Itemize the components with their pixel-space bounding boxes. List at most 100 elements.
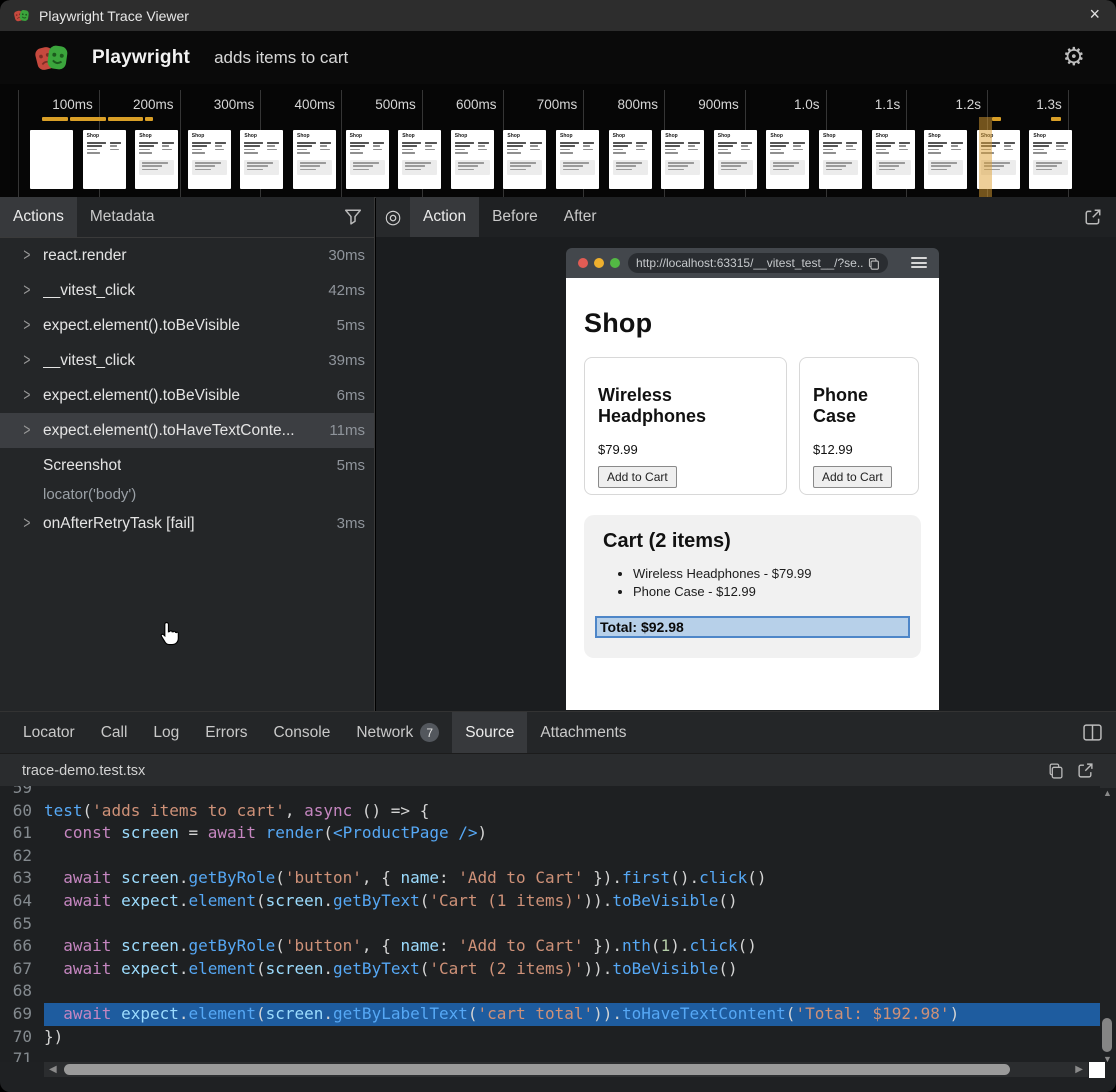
source-line[interactable]: 66 await screen.getByRole('button', { na…: [0, 935, 1100, 958]
add-to-cart-button[interactable]: Add to Cart: [813, 466, 892, 488]
app-header: Playwright adds items to cart ⚙: [0, 31, 1116, 84]
horizontal-scrollbar[interactable]: ◀ ▶: [44, 1062, 1088, 1077]
open-snapshot-external-icon[interactable]: [1084, 208, 1102, 226]
timeline-gridline: [18, 90, 19, 197]
timeline-filmstrip[interactable]: 100ms200ms300ms400ms500ms600ms700ms800ms…: [0, 84, 1116, 198]
tab-errors[interactable]: Errors: [192, 712, 260, 753]
expand-chevron-icon[interactable]: >: [23, 421, 34, 441]
tab-network[interactable]: Network7: [343, 712, 452, 753]
details-tab-bar: LocatorCallLogErrorsConsoleNetwork7Sourc…: [0, 711, 1116, 753]
tab-action[interactable]: Action: [410, 197, 479, 237]
filmstrip-thumbnail[interactable]: Shop: [819, 130, 862, 189]
copy-source-icon[interactable]: [1047, 762, 1064, 779]
filmstrip-thumbnail[interactable]: Shop: [135, 130, 178, 189]
source-line[interactable]: 68: [0, 980, 1100, 1003]
split-view-icon[interactable]: [1083, 724, 1102, 741]
main-area: Actions Metadata >react.render30ms>__vit…: [0, 197, 1116, 711]
thumbnail-shop-title: Shop: [613, 134, 652, 139]
source-line[interactable]: 71: [0, 1048, 1100, 1062]
horizontal-scroll-thumb[interactable]: [64, 1064, 1010, 1075]
filter-funnel-icon[interactable]: [344, 208, 362, 226]
tab-after[interactable]: After: [551, 197, 610, 237]
vertical-scrollbar[interactable]: ▲ ▼: [1100, 786, 1114, 1062]
source-line[interactable]: 70}): [0, 1026, 1100, 1049]
thumbnail-shop-title: Shop: [928, 134, 967, 139]
tab-attachments[interactable]: Attachments: [527, 712, 639, 753]
close-icon[interactable]: ×: [1089, 5, 1100, 23]
filmstrip-thumbnail[interactable]: Shop: [1029, 130, 1072, 189]
action-row[interactable]: >expect.element().toHaveTextConte...11ms: [0, 413, 374, 448]
action-row[interactable]: >expect.element().toBeVisible6ms: [0, 378, 374, 413]
action-row[interactable]: >expect.element().toBeVisible5ms: [0, 308, 374, 343]
action-row[interactable]: >__vitest_click39ms: [0, 343, 374, 378]
filmstrip-thumbnail[interactable]: Shop: [872, 130, 915, 189]
scroll-right-arrow[interactable]: ▶: [1075, 1064, 1083, 1075]
timeline-gridline: [180, 90, 181, 197]
settings-gear-icon[interactable]: ⚙: [1063, 43, 1085, 71]
filmstrip-thumbnail[interactable]: Shop: [661, 130, 704, 189]
copy-url-icon[interactable]: [867, 257, 880, 270]
action-row[interactable]: >Screenshot5ms: [0, 448, 374, 483]
source-code-view[interactable]: 5960test('adds items to cart', async () …: [0, 786, 1100, 1062]
expand-chevron-icon[interactable]: >: [23, 514, 34, 534]
action-duration: 3ms: [337, 515, 365, 532]
source-line[interactable]: 67 await expect.element(screen.getByText…: [0, 958, 1100, 981]
network-count-badge: 7: [420, 723, 439, 742]
filmstrip-thumbnail[interactable]: Shop: [609, 130, 652, 189]
scrollbar-corner: [1089, 1062, 1105, 1078]
tab-call[interactable]: Call: [88, 712, 141, 753]
tab-console[interactable]: Console: [260, 712, 343, 753]
filmstrip-thumbnail[interactable]: Shop: [346, 130, 389, 189]
cart-item: Wireless Headphones - $79.99: [633, 565, 910, 583]
action-duration: 42ms: [328, 282, 365, 299]
source-line[interactable]: 59: [0, 786, 1100, 800]
tab-source[interactable]: Source: [452, 712, 527, 753]
expand-chevron-icon[interactable]: >: [23, 386, 34, 406]
filmstrip-thumbnail[interactable]: Shop: [503, 130, 546, 189]
tab-actions[interactable]: Actions: [0, 197, 77, 237]
tab-locator[interactable]: Locator: [10, 712, 88, 753]
filmstrip-thumbnail[interactable]: Shop: [293, 130, 336, 189]
browser-menu-icon[interactable]: [911, 257, 927, 271]
source-line[interactable]: 60test('adds items to cart', async () =>…: [0, 800, 1100, 823]
filmstrip-thumbnail[interactable]: Shop: [451, 130, 494, 189]
action-row[interactable]: >onAfterRetryTask [fail]3ms: [0, 506, 374, 541]
tab-log[interactable]: Log: [140, 712, 192, 753]
source-line[interactable]: 69 await expect.element(screen.getByLabe…: [0, 1003, 1100, 1026]
tab-metadata[interactable]: Metadata: [77, 197, 168, 237]
scroll-up-arrow[interactable]: ▲: [1103, 788, 1112, 798]
action-row[interactable]: >__vitest_click42ms: [0, 273, 374, 308]
filmstrip-thumbnail[interactable]: [30, 130, 73, 189]
source-line[interactable]: 63 await screen.getByRole('button', { na…: [0, 867, 1100, 890]
source-line[interactable]: 61 const screen = await render(<ProductP…: [0, 822, 1100, 845]
filmstrip-thumbnail[interactable]: Shop: [188, 130, 231, 189]
filmstrip-thumbnail[interactable]: Shop: [398, 130, 441, 189]
line-content: await screen.getByRole('button', { name:…: [44, 867, 1100, 890]
expand-chevron-icon[interactable]: >: [23, 246, 34, 266]
filmstrip-thumbnail[interactable]: Shop: [766, 130, 809, 189]
expand-chevron-icon[interactable]: >: [23, 351, 34, 371]
scroll-left-arrow[interactable]: ◀: [49, 1064, 57, 1075]
vertical-scroll-thumb[interactable]: [1102, 1018, 1112, 1052]
filmstrip-thumbnail[interactable]: Shop: [240, 130, 283, 189]
pick-locator-target-icon[interactable]: ◎: [376, 197, 410, 237]
filmstrip-thumbnail[interactable]: Shop: [924, 130, 967, 189]
filmstrip-thumbnail[interactable]: Shop: [556, 130, 599, 189]
action-row[interactable]: >react.render30ms: [0, 238, 374, 273]
tab-before[interactable]: Before: [479, 197, 551, 237]
source-line[interactable]: 62: [0, 845, 1100, 868]
traffic-light-red: [578, 258, 588, 268]
filmstrip-thumbnail[interactable]: Shop: [714, 130, 757, 189]
window-title: Playwright Trace Viewer: [39, 8, 189, 24]
source-line[interactable]: 64 await expect.element(screen.getByText…: [0, 890, 1100, 913]
expand-chevron-icon[interactable]: >: [23, 281, 34, 301]
expand-chevron-icon[interactable]: >: [23, 316, 34, 336]
timeline-tick-label: 1.0s: [750, 97, 820, 112]
filmstrip-thumbnail[interactable]: Shop: [83, 130, 126, 189]
add-to-cart-button[interactable]: Add to Cart: [598, 466, 677, 488]
test-title: adds items to cart: [214, 48, 348, 68]
address-bar[interactable]: http://localhost:63315/__vitest_test__/?…: [628, 253, 888, 273]
shop-page: Shop Wireless Headphones $79.99 Add to C…: [566, 278, 939, 710]
source-line[interactable]: 65: [0, 913, 1100, 936]
open-source-external-icon[interactable]: [1077, 762, 1094, 779]
